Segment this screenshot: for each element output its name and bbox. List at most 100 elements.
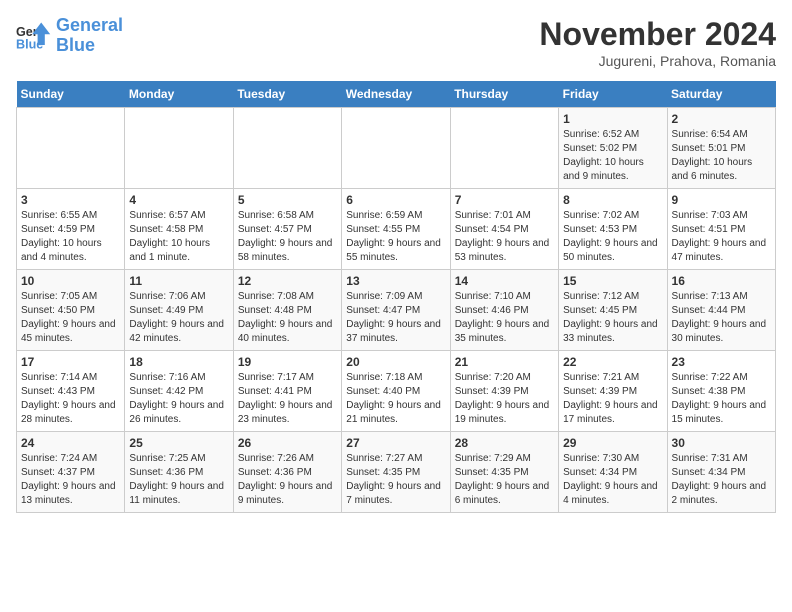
calendar-cell: 28 Sunrise: 7:29 AM Sunset: 4:35 PM Dayli… [450,432,558,513]
calendar-cell: 17 Sunrise: 7:14 AM Sunset: 4:43 PM Dayli… [17,351,125,432]
day-info: Sunrise: 7:25 AM Sunset: 4:36 PM Dayligh… [129,452,228,508]
day-info: Sunrise: 7:10 AM Sunset: 4:46 PM Dayligh… [455,290,554,346]
day-number: 19 [238,355,337,369]
header-wednesday: Wednesday [342,81,450,108]
day-number: 1 [563,112,662,126]
day-number: 30 [672,436,771,450]
calendar-cell: 15Sunrise: 7:12 AM Sunset: 4:45 PM Dayli… [559,270,667,351]
day-info: Sunrise: 6:54 AM Sunset: 5:01 PM Dayligh… [672,128,771,184]
header-saturday: Saturday [667,81,775,108]
day-number: 9 [672,193,771,207]
day-number: 29 [563,436,662,450]
day-info: Sunrise: 7:21 AM Sunset: 4:39 PM Dayligh… [563,371,662,427]
calendar-table: SundayMondayTuesdayWednesdayThursdayFrid… [16,81,776,513]
day-number: 18 [129,355,228,369]
calendar-cell: 2 Sunrise: 6:54 AM Sunset: 5:01 PM Daylig… [667,108,775,189]
day-info: Sunrise: 7:03 AM Sunset: 4:51 PM Dayligh… [672,209,771,265]
calendar-cell: 29 Sunrise: 7:30 AM Sunset: 4:34 PM Dayli… [559,432,667,513]
calendar-cell: 7 Sunrise: 7:01 AM Sunset: 4:54 PM Daylig… [450,189,558,270]
calendar-cell: 5 Sunrise: 6:58 AM Sunset: 4:57 PM Daylig… [233,189,341,270]
calendar-cell: 9 Sunrise: 7:03 AM Sunset: 4:51 PM Daylig… [667,189,775,270]
day-info: Sunrise: 7:27 AM Sunset: 4:35 PM Dayligh… [346,452,445,508]
day-number: 10 [21,274,120,288]
day-number: 2 [672,112,771,126]
day-number: 16 [672,274,771,288]
day-info: Sunrise: 7:02 AM Sunset: 4:53 PM Dayligh… [563,209,662,265]
day-number: 27 [346,436,445,450]
day-info: Sunrise: 7:22 AM Sunset: 4:38 PM Dayligh… [672,371,771,427]
day-info: Sunrise: 7:16 AM Sunset: 4:42 PM Dayligh… [129,371,228,427]
calendar-cell: 4 Sunrise: 6:57 AM Sunset: 4:58 PM Daylig… [125,189,233,270]
day-number: 5 [238,193,337,207]
calendar-cell: 30Sunrise: 7:31 AM Sunset: 4:34 PM Dayli… [667,432,775,513]
calendar-cell [233,108,341,189]
day-info: Sunrise: 7:14 AM Sunset: 4:43 PM Dayligh… [21,371,120,427]
title-block: November 2024 Jugureni, Prahova, Romania [539,16,776,69]
day-info: Sunrise: 7:12 AM Sunset: 4:45 PM Dayligh… [563,290,662,346]
calendar-cell [450,108,558,189]
day-number: 17 [21,355,120,369]
day-info: Sunrise: 7:30 AM Sunset: 4:34 PM Dayligh… [563,452,662,508]
calendar-cell: 26 Sunrise: 7:26 AM Sunset: 4:36 PM Dayli… [233,432,341,513]
page-header: Gen Blue General Blue November 2024 Jugu… [16,16,776,69]
day-info: Sunrise: 7:01 AM Sunset: 4:54 PM Dayligh… [455,209,554,265]
calendar-week-2: 3 Sunrise: 6:55 AM Sunset: 4:59 PM Daylig… [17,189,776,270]
calendar-week-1: 1Sunrise: 6:52 AM Sunset: 5:02 PM Daylig… [17,108,776,189]
logo: Gen Blue General Blue [16,16,123,56]
day-number: 25 [129,436,228,450]
day-number: 26 [238,436,337,450]
calendar-week-3: 10 Sunrise: 7:05 AM Sunset: 4:50 PM Dayli… [17,270,776,351]
day-info: Sunrise: 6:59 AM Sunset: 4:55 PM Dayligh… [346,209,445,265]
day-info: Sunrise: 7:17 AM Sunset: 4:41 PM Dayligh… [238,371,337,427]
calendar-cell: 18 Sunrise: 7:16 AM Sunset: 4:42 PM Dayli… [125,351,233,432]
calendar-cell: 21Sunrise: 7:20 AM Sunset: 4:39 PM Dayli… [450,351,558,432]
day-info: Sunrise: 6:58 AM Sunset: 4:57 PM Dayligh… [238,209,337,265]
day-number: 6 [346,193,445,207]
calendar-cell: 1Sunrise: 6:52 AM Sunset: 5:02 PM Daylig… [559,108,667,189]
day-info: Sunrise: 7:29 AM Sunset: 4:35 PM Dayligh… [455,452,554,508]
day-number: 20 [346,355,445,369]
day-info: Sunrise: 7:13 AM Sunset: 4:44 PM Dayligh… [672,290,771,346]
logo-line1: General [56,16,123,36]
header-monday: Monday [125,81,233,108]
day-number: 23 [672,355,771,369]
day-info: Sunrise: 7:05 AM Sunset: 4:50 PM Dayligh… [21,290,120,346]
day-info: Sunrise: 7:06 AM Sunset: 4:49 PM Dayligh… [129,290,228,346]
day-number: 28 [455,436,554,450]
header-sunday: Sunday [17,81,125,108]
calendar-cell: 16 Sunrise: 7:13 AM Sunset: 4:44 PM Dayli… [667,270,775,351]
day-info: Sunrise: 6:57 AM Sunset: 4:58 PM Dayligh… [129,209,228,265]
calendar-cell: 27 Sunrise: 7:27 AM Sunset: 4:35 PM Dayli… [342,432,450,513]
calendar-cell: 23 Sunrise: 7:22 AM Sunset: 4:38 PM Dayli… [667,351,775,432]
day-number: 8 [563,193,662,207]
day-number: 3 [21,193,120,207]
header-tuesday: Tuesday [233,81,341,108]
day-number: 14 [455,274,554,288]
day-number: 12 [238,274,337,288]
day-info: Sunrise: 7:24 AM Sunset: 4:37 PM Dayligh… [21,452,120,508]
calendar-cell: 8 Sunrise: 7:02 AM Sunset: 4:53 PM Daylig… [559,189,667,270]
calendar-cell: 19 Sunrise: 7:17 AM Sunset: 4:41 PM Dayli… [233,351,341,432]
calendar-cell: 13Sunrise: 7:09 AM Sunset: 4:47 PM Dayli… [342,270,450,351]
header-thursday: Thursday [450,81,558,108]
day-info: Sunrise: 6:55 AM Sunset: 4:59 PM Dayligh… [21,209,120,265]
calendar-header-row: SundayMondayTuesdayWednesdayThursdayFrid… [17,81,776,108]
header-friday: Friday [559,81,667,108]
calendar-week-4: 17 Sunrise: 7:14 AM Sunset: 4:43 PM Dayli… [17,351,776,432]
calendar-cell: 12Sunrise: 7:08 AM Sunset: 4:48 PM Dayli… [233,270,341,351]
calendar-cell: 25 Sunrise: 7:25 AM Sunset: 4:36 PM Dayli… [125,432,233,513]
day-number: 4 [129,193,228,207]
day-number: 24 [21,436,120,450]
day-number: 7 [455,193,554,207]
logo-line2: Blue [56,36,123,56]
calendar-cell: 20Sunrise: 7:18 AM Sunset: 4:40 PM Dayli… [342,351,450,432]
calendar-cell: 14 Sunrise: 7:10 AM Sunset: 4:46 PM Dayli… [450,270,558,351]
day-number: 22 [563,355,662,369]
calendar-cell: 6 Sunrise: 6:59 AM Sunset: 4:55 PM Daylig… [342,189,450,270]
calendar-cell [342,108,450,189]
calendar-cell: 11Sunrise: 7:06 AM Sunset: 4:49 PM Dayli… [125,270,233,351]
month-title: November 2024 [539,16,776,53]
day-info: Sunrise: 7:26 AM Sunset: 4:36 PM Dayligh… [238,452,337,508]
calendar-cell: 22 Sunrise: 7:21 AM Sunset: 4:39 PM Dayli… [559,351,667,432]
day-number: 21 [455,355,554,369]
